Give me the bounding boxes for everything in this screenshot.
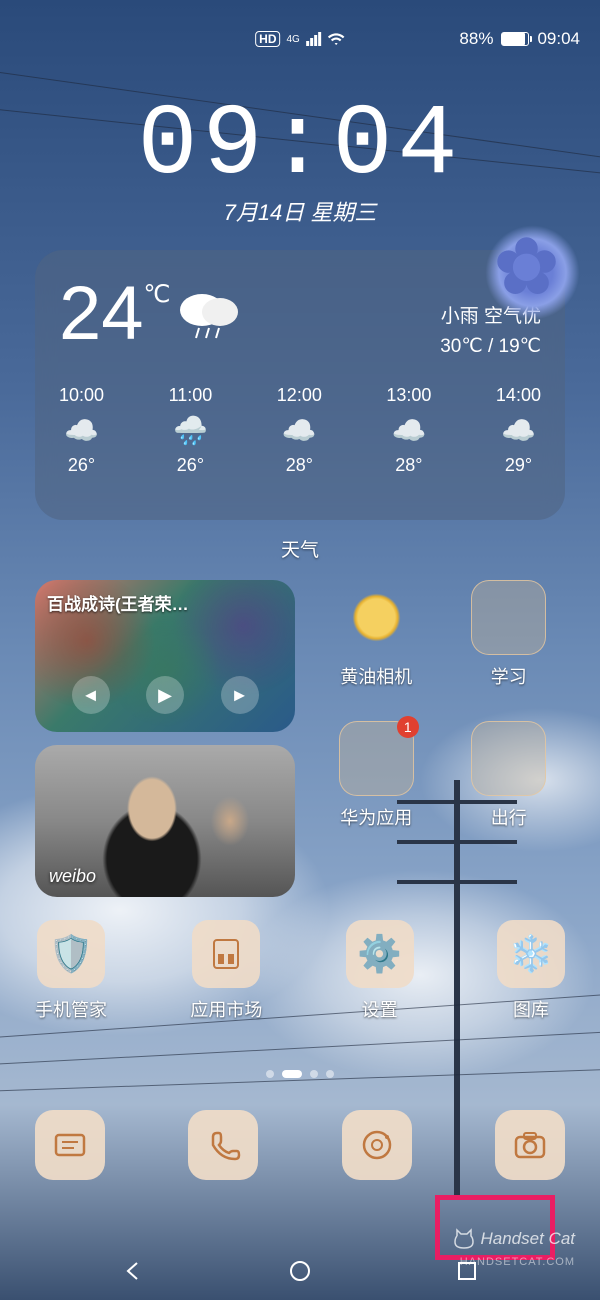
- current-temp: 24℃: [59, 270, 144, 357]
- cat-icon: [453, 1228, 475, 1250]
- home-button[interactable]: [286, 1257, 314, 1285]
- dock-camera[interactable]: [495, 1110, 565, 1180]
- hourly-forecast: 10:00☁️26° 11:00🌧️26° 12:00☁️28° 13:00☁️…: [59, 385, 541, 476]
- rain-cloud-icon: [174, 288, 242, 352]
- network-label: 4G: [287, 34, 300, 45]
- dock: [35, 1110, 565, 1180]
- camera-lens-icon: [339, 580, 414, 655]
- app-butter-camera[interactable]: 黄油相机: [320, 580, 433, 689]
- app-phone-manager[interactable]: 🛡️ 手机管家: [35, 920, 107, 1022]
- next-track-button[interactable]: ►: [221, 676, 259, 714]
- app-gallery[interactable]: ❄️ 图库: [497, 920, 565, 1022]
- flower-decoration: [485, 225, 580, 320]
- clock-widget[interactable]: 09:04 7月14日 星期三: [0, 90, 600, 227]
- folder-travel[interactable]: 出行: [453, 721, 566, 830]
- snowflake-icon: ❄️: [497, 920, 565, 988]
- current-page-dot: [282, 1070, 302, 1078]
- app-settings[interactable]: ⚙️ 设置: [346, 920, 414, 1022]
- folder-icon: 1: [339, 721, 414, 796]
- clock-time: 09:04: [0, 90, 600, 203]
- watermark: Handset Cat: [453, 1228, 576, 1250]
- sim-card-icon: [192, 920, 260, 988]
- status-time: 09:04: [537, 29, 580, 49]
- music-widget[interactable]: 百战成诗(王者荣… ◄ ▶ ►: [35, 580, 295, 732]
- notification-badge: 1: [397, 716, 419, 738]
- recent-apps-button[interactable]: [453, 1257, 481, 1285]
- folder-huawei-apps[interactable]: 1 华为应用: [320, 721, 433, 830]
- folder-icon: [471, 721, 546, 796]
- cloud-icon: ☁️: [277, 414, 322, 447]
- shield-icon: 🛡️: [37, 920, 105, 988]
- weibo-widget[interactable]: weibo: [35, 745, 295, 897]
- rain-icon: 🌧️: [169, 414, 213, 447]
- weather-app-label: 天气: [281, 535, 319, 562]
- dock-phone[interactable]: [188, 1110, 258, 1180]
- dock-browser[interactable]: [342, 1110, 412, 1180]
- battery-icon: [501, 32, 529, 46]
- cloud-icon: ☁️: [59, 414, 104, 447]
- app-market[interactable]: 应用市场: [190, 920, 262, 1022]
- weather-widget[interactable]: 24℃ 📍 小雨 空气优 30℃ / 19℃ 10:00☁️26° 11:00🌧…: [35, 250, 565, 520]
- gear-icon: ⚙️: [346, 920, 414, 988]
- navigation-bar: [0, 1257, 600, 1285]
- folder-icon: [471, 580, 546, 655]
- status-bar: HD 4G 88% 09:04: [0, 24, 600, 54]
- hd-badge: HD: [255, 31, 280, 47]
- battery-percentage: 88%: [459, 29, 493, 49]
- music-track-title: 百战成诗(王者荣…: [47, 590, 189, 615]
- back-button[interactable]: [119, 1257, 147, 1285]
- prev-track-button[interactable]: ◄: [72, 676, 110, 714]
- cloud-icon: ☁️: [496, 414, 541, 447]
- dock-messages[interactable]: [35, 1110, 105, 1180]
- weather-range: 30℃ / 19℃: [440, 332, 541, 362]
- folder-study[interactable]: 学习: [453, 580, 566, 689]
- wifi-icon: [327, 30, 345, 48]
- weibo-label: weibo: [49, 866, 96, 887]
- play-button[interactable]: ▶: [146, 676, 184, 714]
- signal-icon: [306, 32, 321, 46]
- page-indicator: [266, 1070, 334, 1078]
- cloud-icon: ☁️: [386, 414, 431, 447]
